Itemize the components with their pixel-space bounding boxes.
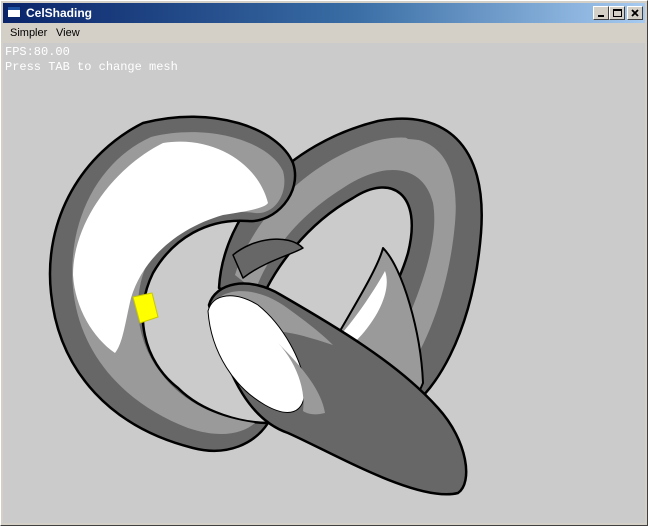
title-bar[interactable]: CelShading: [3, 3, 645, 23]
menu-bar: Simpler View: [3, 23, 645, 43]
minimize-button[interactable]: [593, 6, 609, 20]
app-window: CelShading Simpler View FPS:80.00 Press …: [0, 0, 648, 526]
menu-view[interactable]: View: [56, 26, 80, 40]
close-icon: [631, 9, 639, 17]
window-title: CelShading: [26, 6, 93, 20]
torus-knot-scene: [48, 115, 483, 496]
app-window-icon[interactable]: [7, 6, 21, 18]
menu-simpler[interactable]: Simpler: [10, 26, 47, 40]
mesh-hint-text: Press TAB to change mesh: [5, 60, 178, 74]
maximize-icon: [613, 9, 622, 17]
minimize-icon: [598, 15, 604, 17]
fps-counter: FPS:80.00: [5, 45, 70, 59]
maximize-button[interactable]: [609, 6, 625, 20]
render-viewport[interactable]: FPS:80.00 Press TAB to change mesh: [3, 43, 645, 523]
close-button[interactable]: [627, 6, 643, 20]
